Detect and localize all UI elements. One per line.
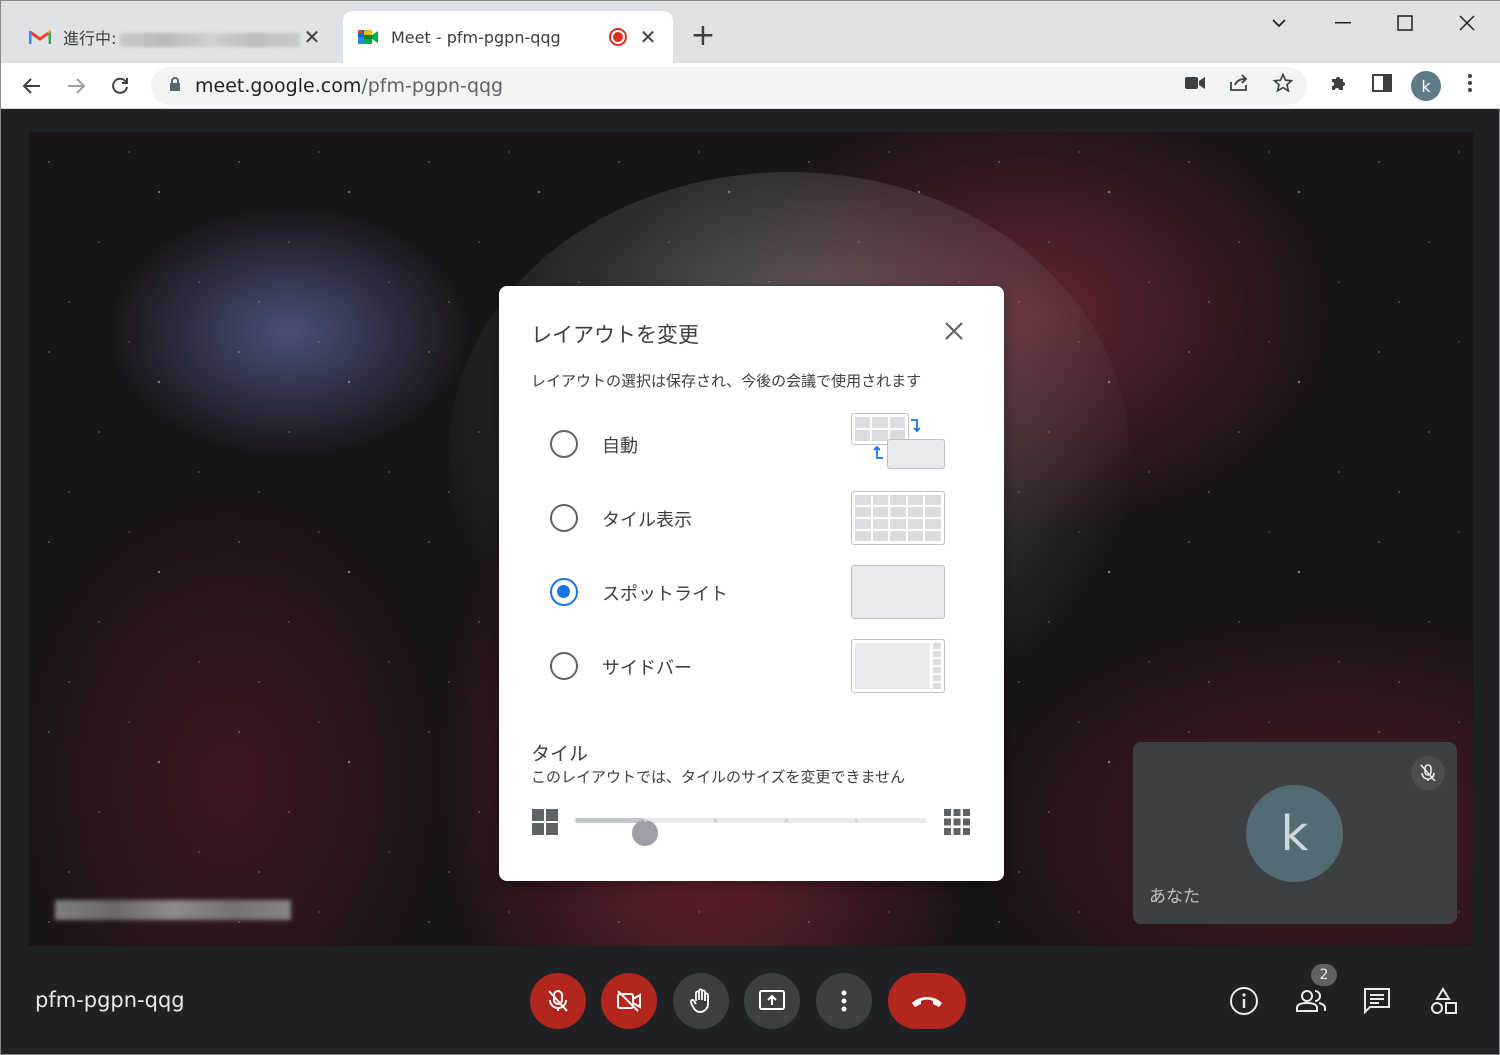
tab-meet[interactable]: Meet - pfm-pgpn-qqg ✕ <box>343 11 673 63</box>
radio-tiled[interactable] <box>550 504 578 532</box>
tab-search-icon[interactable] <box>1259 9 1299 37</box>
few-tiles-icon <box>531 808 559 840</box>
camera-toggle-button[interactable] <box>601 973 657 1029</box>
mic-off-icon <box>548 990 568 1012</box>
tile-size-slider[interactable] <box>575 818 927 846</box>
swap-arrow-up-icon <box>873 445 883 459</box>
share-icon[interactable] <box>1228 72 1250 94</box>
back-icon[interactable] <box>17 71 47 101</box>
more-vert-icon <box>841 990 847 1012</box>
participants-count-badge: 2 <box>1311 964 1337 986</box>
activities-icon[interactable] <box>1425 983 1461 1019</box>
participants-icon[interactable] <box>1293 983 1329 1019</box>
slider-fill <box>575 818 646 823</box>
slider-tick <box>714 819 718 822</box>
address-bar[interactable]: meet.google.com/pfm-pgpn-qqg <box>151 67 1307 105</box>
raise-hand-button[interactable] <box>673 973 729 1029</box>
close-tab-icon[interactable]: ✕ <box>301 25 323 49</box>
swap-arrow-down-icon <box>911 419 921 433</box>
layout-option-spotlight[interactable]: スポットライト <box>539 561 969 621</box>
layout-option-sidebar[interactable]: サイドバー <box>539 635 969 695</box>
dialog-subtitle: レイアウトの選択は保存され、今後の会議で使用されます <box>531 372 922 390</box>
more-options-button[interactable] <box>816 973 872 1029</box>
redacted-text <box>120 32 301 47</box>
layout-option-auto[interactable]: 自動 <box>539 413 969 473</box>
side-panel-icon[interactable] <box>1371 72 1393 94</box>
slider-tick <box>643 819 647 822</box>
close-tab-icon[interactable]: ✕ <box>637 25 659 49</box>
radio-auto[interactable] <box>550 430 578 458</box>
profile-avatar[interactable]: k <box>1411 71 1441 101</box>
spotlight-layout-thumbnail <box>851 565 945 619</box>
url-path: /pfm-pgpn-qqg <box>361 75 504 97</box>
url-text: meet.google.com/pfm-pgpn-qqg <box>195 75 503 97</box>
self-label: あなた <box>1149 887 1200 907</box>
muted-mic-icon <box>1411 756 1445 790</box>
dialog-title: レイアウトを変更 <box>531 323 699 347</box>
maximize-window-icon[interactable] <box>1385 9 1425 37</box>
option-label: スポットライト <box>602 584 728 605</box>
radio-sidebar[interactable] <box>550 652 578 680</box>
tiled-layout-thumbnail <box>851 491 945 545</box>
present-screen-button[interactable] <box>744 973 800 1029</box>
tab-gmail[interactable]: 進行中: ✕ <box>15 11 337 63</box>
meeting-details-icon[interactable] <box>1226 983 1262 1019</box>
new-tab-button[interactable]: + <box>689 21 717 51</box>
slider-tick <box>855 819 859 822</box>
leave-call-button[interactable] <box>888 973 966 1029</box>
close-dialog-icon[interactable] <box>939 316 969 346</box>
tiles-section-subtitle: このレイアウトでは、タイルのサイズを変更できません <box>531 768 906 786</box>
close-window-icon[interactable] <box>1447 9 1487 37</box>
reload-icon[interactable] <box>105 71 135 101</box>
tiles-section-title: タイル <box>531 743 589 765</box>
mic-toggle-button[interactable] <box>530 973 586 1029</box>
lock-icon <box>169 76 181 96</box>
camera-in-use-icon[interactable] <box>1184 72 1206 94</box>
many-tiles-icon <box>943 808 971 840</box>
option-label: 自動 <box>602 436 638 457</box>
radio-spotlight[interactable] <box>550 578 578 606</box>
hang-up-icon <box>912 997 942 1007</box>
auto-layout-thumbnail <box>851 413 947 473</box>
browser-toolbar: meet.google.com/pfm-pgpn-qqg k <box>1 63 1500 109</box>
self-avatar: k <box>1246 785 1343 882</box>
slider-tick <box>784 819 788 822</box>
chat-icon[interactable] <box>1359 983 1395 1019</box>
layout-option-tiled[interactable]: タイル表示 <box>539 487 969 547</box>
self-view-tile[interactable]: k あなた <box>1133 742 1457 924</box>
tab-title: 進行中: <box>63 29 117 48</box>
minimize-window-icon[interactable] <box>1323 9 1363 37</box>
chrome-menu-icon[interactable] <box>1459 72 1481 94</box>
meeting-code: pfm-pgpn-qqg <box>35 988 185 1012</box>
forward-icon[interactable] <box>61 71 91 101</box>
meet-icon <box>357 28 379 46</box>
present-icon <box>759 990 785 1010</box>
option-label: サイドバー <box>602 658 692 679</box>
gmail-icon <box>29 28 51 46</box>
redacted-participant-name <box>55 900 291 920</box>
browser-window: 進行中: ✕ Meet - pfm-pgpn-qqg ✕ + meet.goog… <box>0 0 1500 1055</box>
hand-icon <box>690 988 709 1013</box>
bookmark-star-icon[interactable] <box>1272 72 1294 94</box>
sidebar-layout-thumbnail <box>851 639 945 693</box>
slider-handle[interactable] <box>632 820 659 846</box>
tab-strip: 進行中: ✕ Meet - pfm-pgpn-qqg ✕ + <box>1 1 1500 63</box>
tab-title: Meet - pfm-pgpn-qqg <box>391 27 561 47</box>
option-label: タイル表示 <box>602 510 692 531</box>
meet-control-bar: pfm-pgpn-qqg 2 <box>3 946 1499 1054</box>
url-host: meet.google.com <box>195 75 362 97</box>
change-layout-dialog: レイアウトを変更 レイアウトの選択は保存され、今後の会議で使用されます 自動 タ… <box>499 286 1004 881</box>
extensions-icon[interactable] <box>1327 72 1349 94</box>
camera-off-icon <box>617 990 641 1012</box>
tile-size-slider-area <box>531 806 973 846</box>
recording-indicator-icon <box>609 28 627 46</box>
